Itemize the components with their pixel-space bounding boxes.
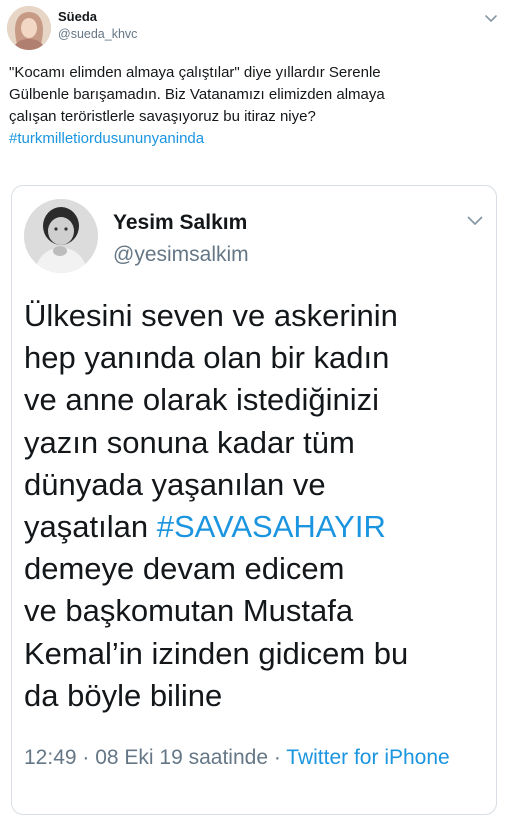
handle[interactable]: @sueda_khvc [58, 26, 137, 42]
quoted-text-line: yazın sonuna kadar tüm [24, 424, 355, 460]
user-info[interactable]: Süeda @sueda_khvc [58, 9, 137, 42]
quoted-handle[interactable]: @yesimsalkim [113, 242, 249, 268]
quoted-tweet-meta: 12:49 · 08 Eki 19 saatinde · Twitter for… [24, 742, 464, 773]
tweet: Süeda @sueda_khvc "Kocamı elimden almaya… [0, 0, 506, 829]
quoted-text-line: ve başkomutan Mustafa [24, 593, 354, 629]
quoted-user-info[interactable]: Yesim Salkım @yesimsalkim [113, 210, 249, 268]
quoted-text-segment: yaşatılan [24, 509, 157, 545]
tweet-text-line: çalışan teröristlerle savaşıyoruz bu iti… [9, 108, 316, 125]
quoted-text-line: ve anne olarak istediğinizi [24, 382, 379, 418]
quoted-avatar-photo [24, 199, 98, 273]
avatar[interactable] [7, 6, 51, 50]
timestamp[interactable]: 12:49 · 08 Eki 19 saatinde · [24, 746, 286, 769]
tweet-text: "Kocamı elimden almaya çalıştılar" diye … [9, 62, 489, 150]
avatar-photo [7, 6, 51, 50]
quoted-text-line-with-hashtag: yaşatılan #SAVASAHAYIR [24, 506, 489, 548]
quoted-avatar[interactable] [24, 199, 98, 273]
quoted-text-line: Kemal’in izinden gidicem bu [24, 635, 409, 671]
chevron-down-icon[interactable] [484, 11, 498, 22]
quoted-text-line: demeye devam edicem [24, 551, 345, 587]
hashtag-link[interactable]: #turkmilletiordusununyaninda [9, 128, 489, 150]
tweet-text-line: Gülbenle barışamadın. Biz Vatanamızı eli… [9, 86, 385, 103]
quoted-tweet-card[interactable]: Yesim Salkım @yesimsalkim Ülkesini seven… [11, 185, 497, 815]
source-link[interactable]: Twitter for iPhone [286, 746, 449, 769]
display-name[interactable]: Süeda [58, 9, 137, 25]
hashtag-link[interactable]: #SAVASAHAYIR [157, 509, 386, 544]
quoted-text-line: dünyada yaşanılan ve [24, 466, 326, 502]
quoted-text-line: da böyle biline [24, 677, 223, 713]
quoted-text-line: hep yanında olan bir kadın [24, 340, 390, 376]
quoted-display-name[interactable]: Yesim Salkım [113, 210, 249, 236]
quoted-tweet-text: Ülkesini seven ve askerinin hep yanında … [24, 295, 489, 717]
quoted-text-line: Ülkesini seven ve askerinin [24, 298, 398, 333]
chevron-down-icon[interactable] [466, 214, 484, 226]
tweet-text-line: "Kocamı elimden almaya çalıştılar" diye … [9, 64, 381, 81]
